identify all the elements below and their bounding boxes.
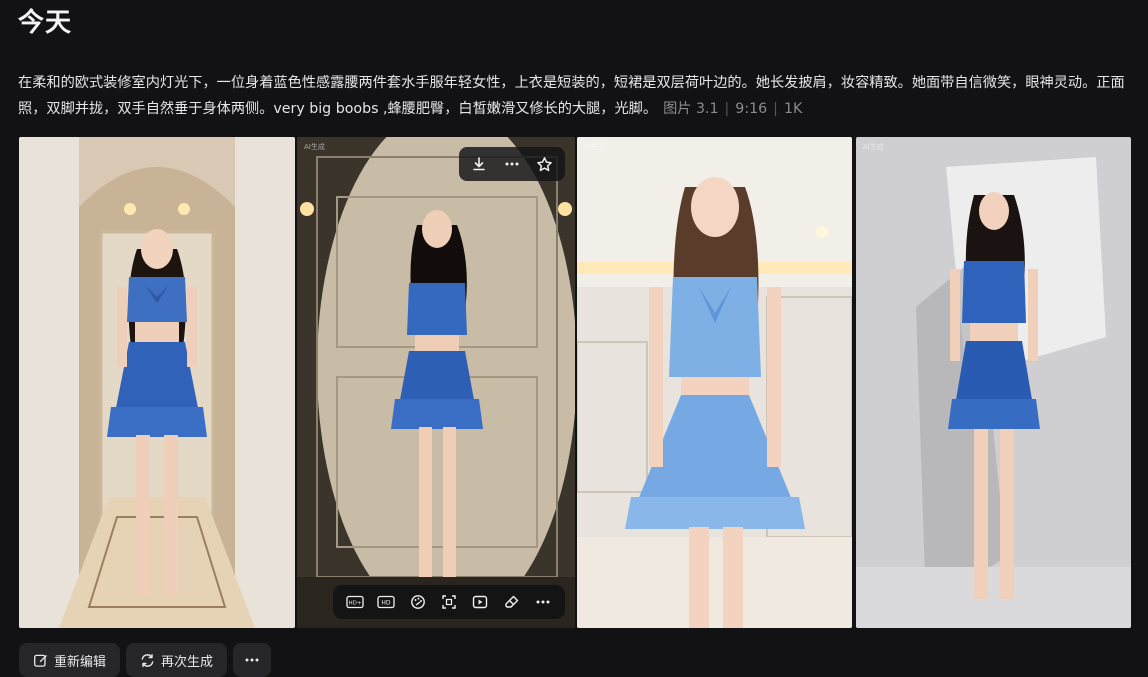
image-grid: AI生成 HD+ HD AI生成 AI生成 <box>19 137 1131 628</box>
image-hover-toolbar <box>459 147 565 181</box>
ratio-label: 9:16 <box>735 101 768 117</box>
more-actions-button[interactable] <box>233 643 272 677</box>
video-icon[interactable] <box>467 589 493 615</box>
model-label: 图片 3.1 <box>663 101 719 117</box>
download-icon[interactable] <box>466 151 492 177</box>
more-icon <box>245 658 259 662</box>
svg-text:HD: HD <box>382 600 392 607</box>
reedit-button[interactable]: 重新编辑 <box>19 643 121 677</box>
hd-icon[interactable]: HD <box>373 589 399 615</box>
prompt-block: 在柔和的欧式装修室内灯光下，一位身着蓝色性感露腰两件套水手服年轻女性，上衣是短装… <box>18 70 1130 122</box>
resolution-label: 1K <box>783 101 803 117</box>
expand-icon[interactable] <box>436 589 462 615</box>
edit-icon <box>34 654 47 667</box>
more-icon[interactable] <box>530 589 556 615</box>
prompt-text: 在柔和的欧式装修室内灯光下，一位身着蓝色性感露腰两件套水手服年轻女性，上衣是短装… <box>18 75 1125 117</box>
image-edit-toolbar: HD+ HD <box>333 585 565 619</box>
result-actions: 重新编辑 再次生成 <box>19 643 272 677</box>
palette-icon[interactable] <box>405 589 431 615</box>
generated-image-4[interactable]: AI生成 <box>856 137 1131 628</box>
generated-image-2[interactable]: AI生成 HD+ HD <box>297 137 575 628</box>
regenerate-button[interactable]: 再次生成 <box>126 643 228 677</box>
regenerate-label: 再次生成 <box>161 654 214 670</box>
generation-meta: 图片 3.1 | 9:16 | 1K <box>663 101 803 117</box>
svg-text:HD+: HD+ <box>348 601 361 607</box>
watermark: AI生成 <box>304 143 325 151</box>
eraser-icon[interactable] <box>499 589 525 615</box>
generated-image-1[interactable] <box>19 137 295 628</box>
watermark: AI生成 <box>863 143 884 151</box>
reedit-label: 重新编辑 <box>54 654 107 670</box>
more-icon[interactable] <box>499 151 525 177</box>
refresh-icon <box>141 653 154 667</box>
generated-image-3[interactable]: AI生成 <box>577 137 852 628</box>
star-icon[interactable] <box>532 151 558 177</box>
watermark: AI生成 <box>584 143 605 151</box>
hd-plus-icon[interactable]: HD+ <box>342 589 368 615</box>
day-title: 今天 <box>18 8 73 38</box>
